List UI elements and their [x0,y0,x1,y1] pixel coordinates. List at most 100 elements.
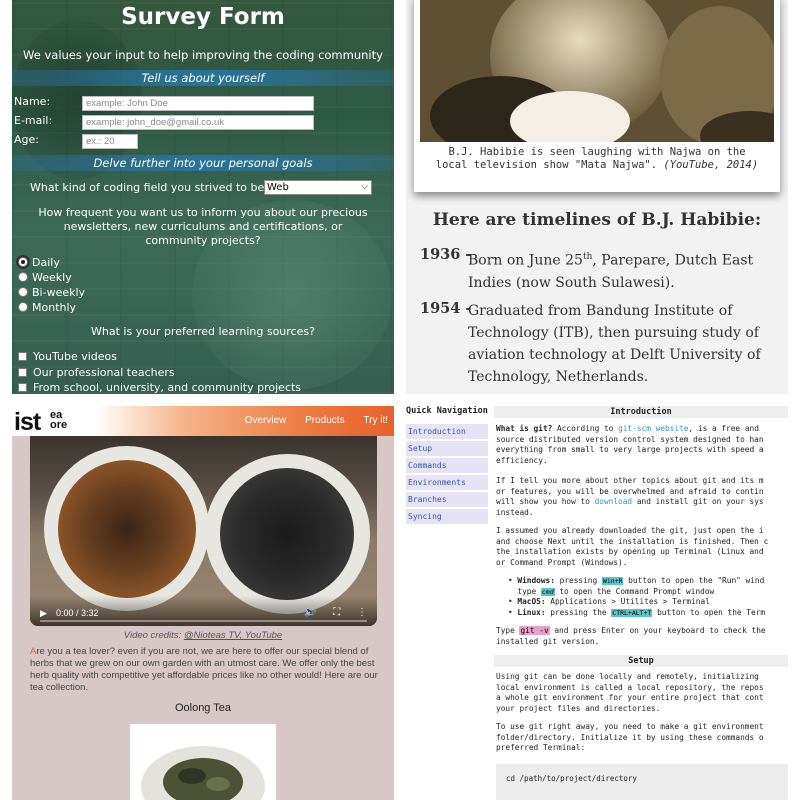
video-controls: ▶ 0:00 / 3:32 🔊 ⛶ ⋮ [30,596,377,626]
coding-field-question: What kind of coding field you strived to… [30,181,271,194]
nav-item-setup[interactable]: Setup [406,441,488,457]
radio-label: Bi-weekly [32,286,86,299]
setup-paragraph: Using git can be done locally and remote… [496,672,764,713]
caption-line: local television show "Mata Najwa". (You… [414,159,780,172]
age-label: Age: [14,133,39,146]
checkbox-youtube[interactable]: YouTube videos [18,350,117,364]
nav-item-commands[interactable]: Commands [406,458,488,474]
checkbox-icon [18,352,27,361]
tea-store-panel: ist ea ore Overview Products Try it! ▶ 0:… [12,406,394,800]
credit-link[interactable]: @Nioteas TV, YouTube [184,630,282,641]
intro-paragraph: What is git? According to git-scm websit… [496,424,764,465]
timeline-text: Born on June 25th, Parepare, Dutch East … [468,252,754,291]
survey-subtitle: We values your input to help improving t… [23,48,383,62]
nav-try-it[interactable]: Try it! [363,415,388,426]
video-player[interactable]: ▶ 0:00 / 3:32 🔊 ⛶ ⋮ [30,436,377,626]
intro-paragraph: Are you a tea lover? even if you are not… [30,646,378,693]
nav-overview[interactable]: Overview [245,415,287,426]
habibie-photo [420,0,774,142]
nav-item-syncing[interactable]: Syncing [406,509,488,525]
tea-store-logo[interactable]: ist ea ore [14,408,67,437]
survey-form-panel: Survey Form We values your input to help… [12,0,394,394]
git-docs-panel: Quick Navigation Introduction Setup Comm… [406,406,788,800]
checkbox-icon [18,368,27,377]
radio-label: Daily [32,256,60,269]
video-credit: Video credits: @Nioteas TV, YouTube [123,630,283,641]
checkbox-label: From school, university, and community p… [33,381,302,394]
code-block: cd /path/to/project/directory [496,764,788,800]
radio-daily[interactable]: Daily [18,256,60,270]
os-instructions-list: • Windows: pressing Win+R button to open… [508,576,766,617]
section-heading: Tell us about yourself [12,70,394,86]
video-icons: 🔊 ⛶ ⋮ [290,607,367,618]
checkbox-label: YouTube videos [33,350,118,363]
timeline-year: 1936 - [420,246,472,263]
check-version-paragraph: Type git -v and press Enter on your keyb… [496,626,766,646]
setup-paragraph: To use git right away, you need to make … [496,722,764,752]
tea-leaves-right [220,468,354,600]
frequency-question: How frequent you want us to inform you a… [38,206,368,247]
email-input[interactable]: example: john_doe@gmail.co.uk [82,115,314,130]
caption-source: (YouTube, 2014) [663,159,759,171]
quick-nav-sidebar: Introduction Setup Commands Environments… [406,424,488,526]
checkbox-icon [18,383,27,392]
nav-item-environments[interactable]: Environments [406,475,488,491]
checkbox-teachers[interactable]: Our professional teachers [18,366,175,380]
intro-paragraph: I assumed you already downloaded the git… [496,526,769,567]
section-heading: Delve further into your personal goals [12,155,394,171]
habibie-page-panel: B.J. Habibie is seen laughing with Najwa… [406,0,788,394]
nav-links: Overview Products Try it! [229,415,388,426]
radio-icon [18,287,28,297]
tea-illustration [141,746,265,800]
nav-item-introduction[interactable]: Introduction [406,424,488,440]
section-heading-setup: Setup [494,655,788,667]
quick-nav-title: Quick Navigation [406,406,488,416]
radio-biweekly[interactable]: Bi-weekly [18,286,85,300]
radio-monthly[interactable]: Monthly [18,301,76,315]
video-progress-bar[interactable] [40,620,367,622]
checkbox-school[interactable]: From school, university, and community p… [18,381,301,394]
coding-field-select[interactable]: Web ⌵ [264,180,372,195]
volume-icon[interactable]: 🔊 [304,607,316,618]
timeline-heading: Here are timelines of B.J. Habibie: [432,210,762,230]
radio-weekly[interactable]: Weekly [18,271,72,285]
radio-icon [18,272,28,282]
fullscreen-icon[interactable]: ⛶ [333,607,340,618]
nav-products[interactable]: Products [305,415,344,426]
play-icon[interactable]: ▶ [40,608,47,619]
oolong-tea-image [130,724,276,800]
git-scm-link[interactable]: git-scm website [618,424,688,433]
download-link[interactable]: download [595,497,633,506]
logo-main: ist [14,408,41,436]
survey-title: Survey Form [121,4,285,30]
email-label: E-mail: [14,114,53,127]
section-heading-introduction: Introduction [494,406,788,418]
photo-illustration [420,0,774,142]
name-label: Name: [14,95,51,108]
chevron-down-icon: ⌵ [361,182,368,192]
intro-paragraph: If I tell you more about other topics ab… [496,476,764,517]
timeline-year: 1954 - [420,300,472,317]
radio-label: Weekly [32,271,72,284]
name-input[interactable]: example: John Doe [82,96,314,111]
radio-selected-icon [18,257,28,267]
code-line: cd /path/to/project/directory [506,774,637,783]
sources-question: What is your preferred learning sources? [91,325,315,338]
checkbox-label: Our professional teachers [33,366,175,379]
nav-item-branches[interactable]: Branches [406,492,488,508]
radio-label: Monthly [32,301,77,314]
top-navbar: ist ea ore Overview Products Try it! [12,406,394,436]
caption-line: B.J. Habibie is seen laughing with Najwa… [448,146,746,158]
video-time: 0:00 / 3:32 [56,608,99,618]
age-input[interactable]: ex.: 20 [82,134,138,149]
caption-text: local television show "Mata Najwa". [435,159,658,171]
tea-leaves-left [58,460,196,598]
timeline-text: Graduated from Bandung Institute of Tech… [468,303,761,385]
radio-icon [18,302,28,312]
product-title: Oolong Tea [174,702,232,714]
photo-card: B.J. Habibie is seen laughing with Najwa… [414,0,780,192]
photo-caption: B.J. Habibie is seen laughing with Najwa… [414,146,780,172]
logo-stack: ea ore [50,409,68,431]
more-options-icon[interactable]: ⋮ [357,607,367,618]
select-value: Web [267,182,289,193]
